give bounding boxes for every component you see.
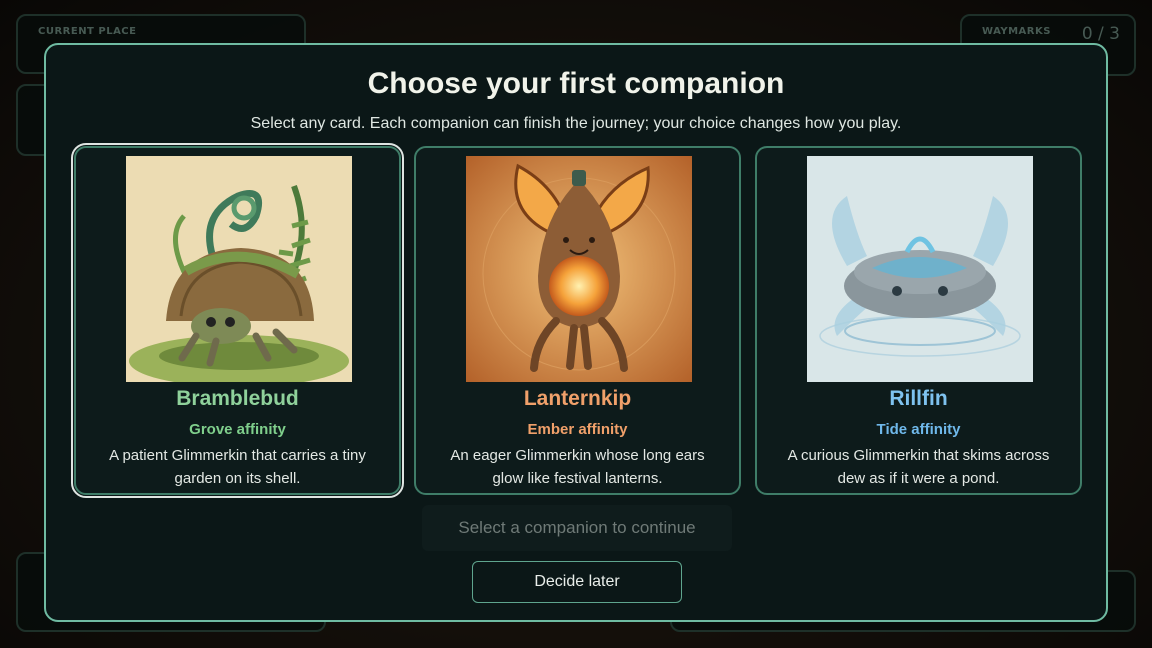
companion-description: A patient Glimmerkin that carries a tiny… xyxy=(109,447,366,487)
modal-title: Choose your first companion xyxy=(367,67,785,100)
bramblebud-portrait xyxy=(126,156,352,382)
rillfin-portrait xyxy=(807,156,1033,382)
continue-button[interactable]: Select a companion to continue xyxy=(422,505,732,551)
companion-affinity: Ember affinity xyxy=(527,421,628,438)
companion-affinity: Grove affinity xyxy=(189,421,286,438)
lanternkip-portrait xyxy=(466,156,692,382)
companion-name: Rillfin xyxy=(889,387,948,410)
decide-later-button[interactable]: Decide later xyxy=(472,561,682,603)
companion-card-bramblebud[interactable]: Bramblebud Grove affinity A patient Glim… xyxy=(71,143,404,498)
companion-description: A curious Glimmerkin that skims across d… xyxy=(787,447,1050,487)
modal-subtitle: Select any card. Each companion can fini… xyxy=(250,115,902,132)
companion-name: Bramblebud xyxy=(176,387,299,410)
companion-card-lanternkip[interactable]: Lanternkip Ember affinity An eager Glimm… xyxy=(414,146,741,495)
companion-name: Lanternkip xyxy=(523,387,632,410)
companion-affinity: Tide affinity xyxy=(876,421,961,438)
companion-card-rillfin[interactable]: Rillfin Tide affinity A curious Glimmerk… xyxy=(755,146,1082,495)
companion-description: An eager Glimmerkin whose long ears glow… xyxy=(450,447,705,487)
companion-modal: Choose your first companion Select any c… xyxy=(44,43,1108,622)
